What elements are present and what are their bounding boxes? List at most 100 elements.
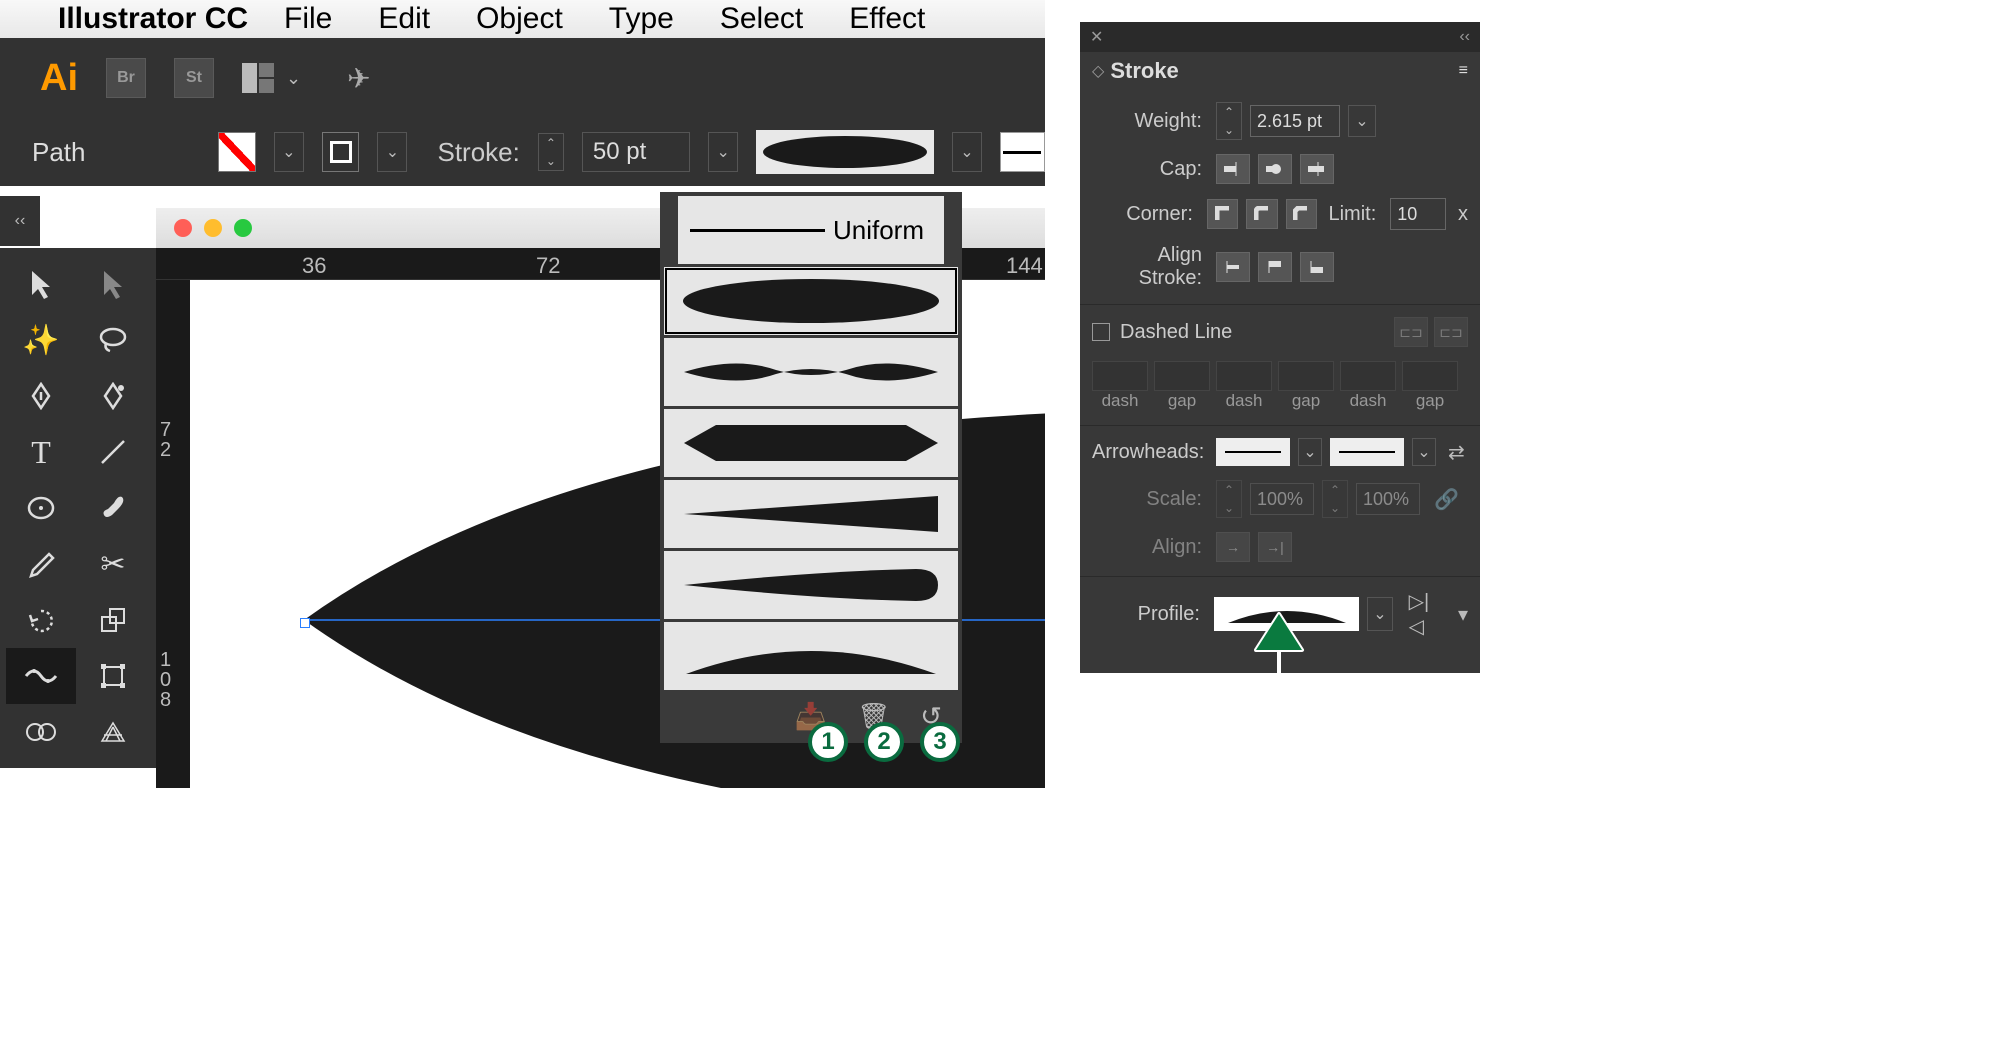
selection-type-label: Path	[32, 137, 200, 168]
paintbrush-tool[interactable]	[78, 480, 148, 536]
profile-width-4[interactable]	[664, 480, 958, 548]
gap-field-1[interactable]	[1154, 361, 1210, 391]
profile-width-1[interactable]	[664, 267, 958, 335]
profile-uniform[interactable]: Uniform	[664, 196, 958, 264]
magic-wand-tool[interactable]: ✨	[6, 312, 76, 368]
close-panel-icon[interactable]: ✕	[1090, 27, 1103, 47]
dash-preserve-button[interactable]: ⊏⊐	[1394, 317, 1428, 347]
width-profile-dropdown[interactable]: ⌄	[952, 132, 982, 172]
ellipse-tool[interactable]	[6, 480, 76, 536]
corner-round-button[interactable]	[1246, 199, 1277, 229]
stroke-weight-dropdown[interactable]: ⌄	[708, 132, 738, 172]
corner-miter-button[interactable]	[1207, 199, 1238, 229]
limit-field[interactable]: 10	[1390, 198, 1446, 230]
profile-width-3[interactable]	[664, 409, 958, 477]
arrowhead-start-dropdown[interactable]: ⌄	[1298, 438, 1322, 466]
app-name[interactable]: Illustrator CC	[58, 2, 248, 36]
panel-titlebar[interactable]: ✕ ‹‹	[1080, 22, 1480, 52]
profile-width-2[interactable]	[664, 338, 958, 406]
brush-preview[interactable]	[1000, 132, 1045, 172]
selection-tool[interactable]	[6, 256, 76, 312]
weight-dropdown[interactable]: ⌄	[1348, 105, 1376, 137]
width-tool[interactable]	[6, 648, 76, 704]
anchor-point[interactable]	[300, 618, 310, 628]
gap-field-3[interactable]	[1402, 361, 1458, 391]
shape-builder-tool[interactable]	[6, 704, 76, 760]
scissors-tool[interactable]: ✂	[78, 536, 148, 592]
profile-width-6[interactable]	[664, 622, 958, 690]
weight-stepper[interactable]: ⌃⌄	[1216, 102, 1242, 140]
dash-field-3[interactable]	[1340, 361, 1396, 391]
cap-round-button[interactable]	[1258, 154, 1292, 184]
swap-arrowheads-icon[interactable]: ⇄	[1448, 440, 1465, 465]
dash-align-button[interactable]: ⊏⊐	[1434, 317, 1468, 347]
dashed-line-checkbox[interactable]: Dashed Line	[1092, 321, 1232, 344]
fill-dropdown[interactable]: ⌄	[274, 132, 304, 172]
collapsed-panels-toggle[interactable]: ‹‹	[0, 196, 40, 246]
arrowhead-start[interactable]	[1216, 438, 1290, 466]
align-center-button[interactable]	[1216, 252, 1250, 282]
panel-title[interactable]: Stroke	[1110, 58, 1178, 84]
scale-start-field: 100%	[1250, 483, 1314, 515]
flip-along-icon[interactable]: ▷|◁	[1409, 589, 1444, 639]
pencil-tool[interactable]	[6, 536, 76, 592]
menu-edit[interactable]: Edit	[378, 2, 430, 36]
control-bar: Path ⌄ ⌄ Stroke: ⌃⌄ 50 pt ⌄ ⌄	[0, 118, 1045, 186]
panel-collapse-icon[interactable]: ◇	[1092, 61, 1104, 81]
pen-tool[interactable]	[6, 368, 76, 424]
gap-field-2[interactable]	[1278, 361, 1334, 391]
menu-select[interactable]: Select	[720, 2, 803, 36]
arrow-align-end-button: →|	[1258, 532, 1292, 562]
arrowhead-end[interactable]	[1330, 438, 1404, 466]
vertical-ruler[interactable]: 72 108	[156, 280, 190, 788]
dash-gap-fields	[1092, 361, 1468, 391]
arrange-documents[interactable]: ⌄	[242, 63, 301, 93]
curvature-tool[interactable]	[78, 368, 148, 424]
menu-object[interactable]: Object	[476, 2, 563, 36]
annotation-badge-3: 3	[920, 722, 960, 762]
free-transform-tool[interactable]	[78, 648, 148, 704]
lasso-tool[interactable]	[78, 312, 148, 368]
scale-tool[interactable]	[78, 592, 148, 648]
dash-field-1[interactable]	[1092, 361, 1148, 391]
width-profile-preview[interactable]	[756, 130, 934, 174]
application-bar: Ai Br St ⌄ ✈	[0, 38, 1045, 118]
menu-file[interactable]: File	[284, 2, 332, 36]
menu-type[interactable]: Type	[609, 2, 674, 36]
stroke-swatch[interactable]	[322, 132, 360, 172]
direct-selection-tool[interactable]	[78, 256, 148, 312]
panel-tab-row: ◇ Stroke ≡	[1080, 52, 1480, 90]
line-tool[interactable]	[78, 424, 148, 480]
window-close-button[interactable]	[174, 219, 192, 237]
stroke-weight-field[interactable]: 50 pt	[582, 132, 690, 172]
profile-width-5[interactable]	[664, 551, 958, 619]
flip-across-icon[interactable]: ▾	[1458, 602, 1468, 627]
bridge-button[interactable]: Br	[106, 58, 146, 98]
panel-menu-icon[interactable]: ≡	[1459, 62, 1468, 80]
stroke-dropdown[interactable]: ⌄	[377, 132, 407, 172]
scale-end-field: 100%	[1356, 483, 1420, 515]
align-outside-button[interactable]	[1300, 252, 1334, 282]
dash-field-2[interactable]	[1216, 361, 1272, 391]
type-tool[interactable]: T	[6, 424, 76, 480]
window-zoom-button[interactable]	[234, 219, 252, 237]
limit-x-label: x	[1458, 203, 1468, 226]
cap-projecting-button[interactable]	[1300, 154, 1334, 184]
stroke-weight-stepper[interactable]: ⌃⌄	[538, 133, 564, 171]
menu-effect[interactable]: Effect	[849, 2, 925, 36]
profile-dropdown[interactable]: ⌄	[1367, 597, 1393, 631]
corner-bevel-button[interactable]	[1286, 199, 1317, 229]
gpu-performance-icon[interactable]: ✈	[347, 62, 370, 95]
align-inside-button[interactable]	[1258, 252, 1292, 282]
weight-field[interactable]: 2.615 pt	[1250, 105, 1340, 137]
corner-label: Corner:	[1092, 203, 1193, 226]
window-minimize-button[interactable]	[204, 219, 222, 237]
collapse-panel-icon[interactable]: ‹‹	[1459, 28, 1470, 46]
chevron-down-icon: ⌄	[286, 68, 301, 89]
cap-butt-button[interactable]	[1216, 154, 1250, 184]
fill-swatch[interactable]	[218, 132, 256, 172]
stock-button[interactable]: St	[174, 58, 214, 98]
arrowhead-end-dropdown[interactable]: ⌄	[1412, 438, 1436, 466]
perspective-grid-tool[interactable]	[78, 704, 148, 760]
rotate-tool[interactable]	[6, 592, 76, 648]
